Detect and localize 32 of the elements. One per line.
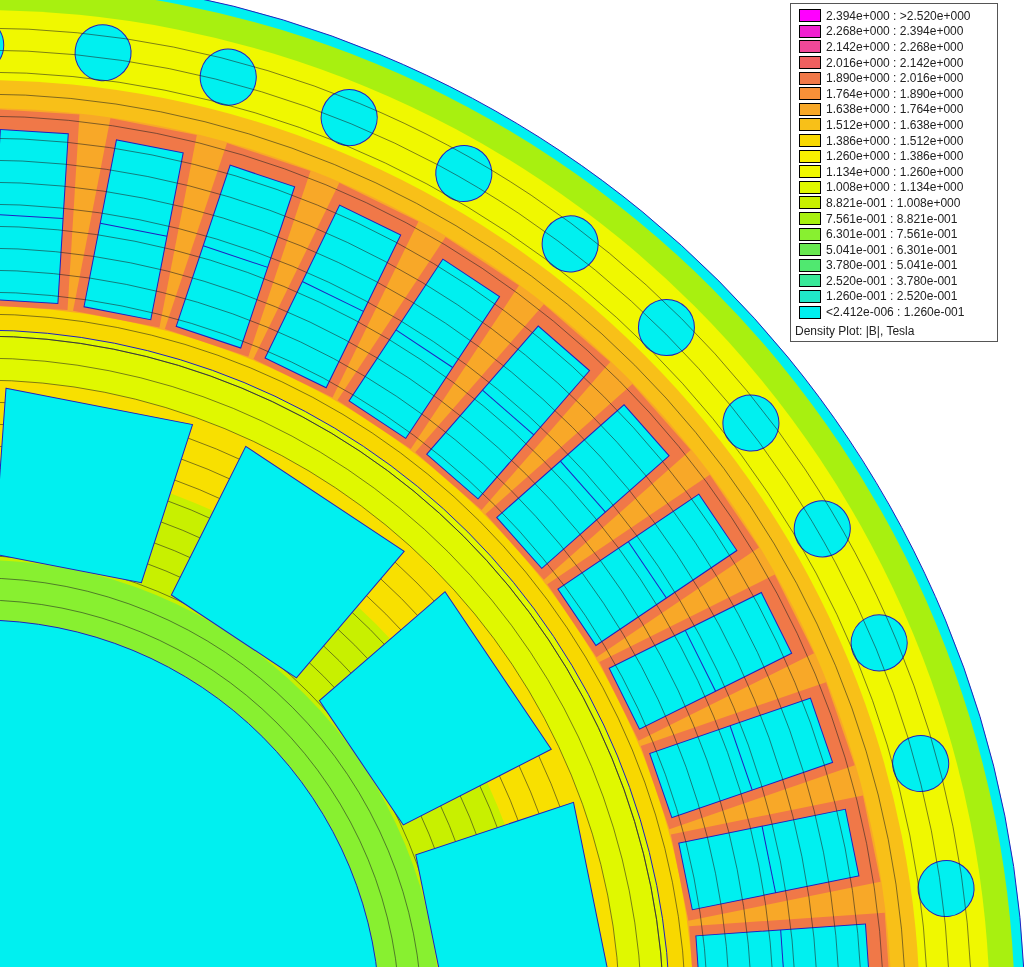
cooling-hole (637, 299, 695, 357)
legend-range-label: 1.638e+000 : 1.764e+000 (826, 102, 964, 117)
legend-caption: Density Plot: |B|, Tesla (795, 323, 916, 338)
cooling-hole (74, 24, 132, 82)
legend-range-label: 2.268e+000 : 2.394e+000 (826, 24, 964, 39)
legend-range-label: 2.016e+000 : 2.142e+000 (826, 55, 964, 70)
legend-range-label: 5.041e-001 : 6.301e-001 (826, 242, 958, 257)
legend-range-label: 1.512e+000 : 1.638e+000 (826, 117, 964, 132)
legend-range-label: 2.394e+000 : >2.520e+000 (826, 8, 971, 23)
legend-range-label: 1.260e-001 : 2.520e-001 (826, 289, 958, 304)
legend-range-label: 3.780e-001 : 5.041e-001 (826, 258, 958, 273)
cooling-hole (917, 860, 975, 917)
cooling-hole (892, 735, 950, 793)
cooling-hole (541, 215, 599, 273)
legend-range-label: 1.008e+000 : 1.134e+000 (826, 180, 964, 195)
legend-range-label: 1.386e+000 : 1.512e+000 (826, 133, 964, 148)
cooling-hole (320, 89, 378, 147)
legend-range-label: 1.134e+000 : 1.260e+000 (826, 164, 964, 179)
legend-range-label: 1.260e+000 : 1.386e+000 (826, 149, 964, 164)
legend-range-label: 7.561e-001 : 8.821e-001 (826, 211, 958, 226)
legend-range-label: 8.821e-001 : 1.008e+000 (826, 195, 961, 210)
legend-range-label: 2.142e+000 : 2.268e+000 (826, 40, 964, 54)
cooling-hole (850, 614, 908, 672)
cooling-hole (435, 145, 493, 202)
legend-range-label: 2.520e-001 : 3.780e-001 (826, 273, 958, 288)
legend-range-label: 1.764e+000 : 1.890e+000 (826, 86, 964, 101)
cooling-hole (199, 48, 257, 106)
cooling-hole (722, 394, 780, 452)
cooling-hole (793, 500, 851, 558)
legend-range-label: <2.412e-006 : 1.260e-001 (826, 305, 965, 320)
legend-range-label: 1.890e+000 : 2.016e+000 (826, 71, 964, 86)
legend-range-label: 6.301e-001 : 7.561e-001 (826, 227, 958, 242)
